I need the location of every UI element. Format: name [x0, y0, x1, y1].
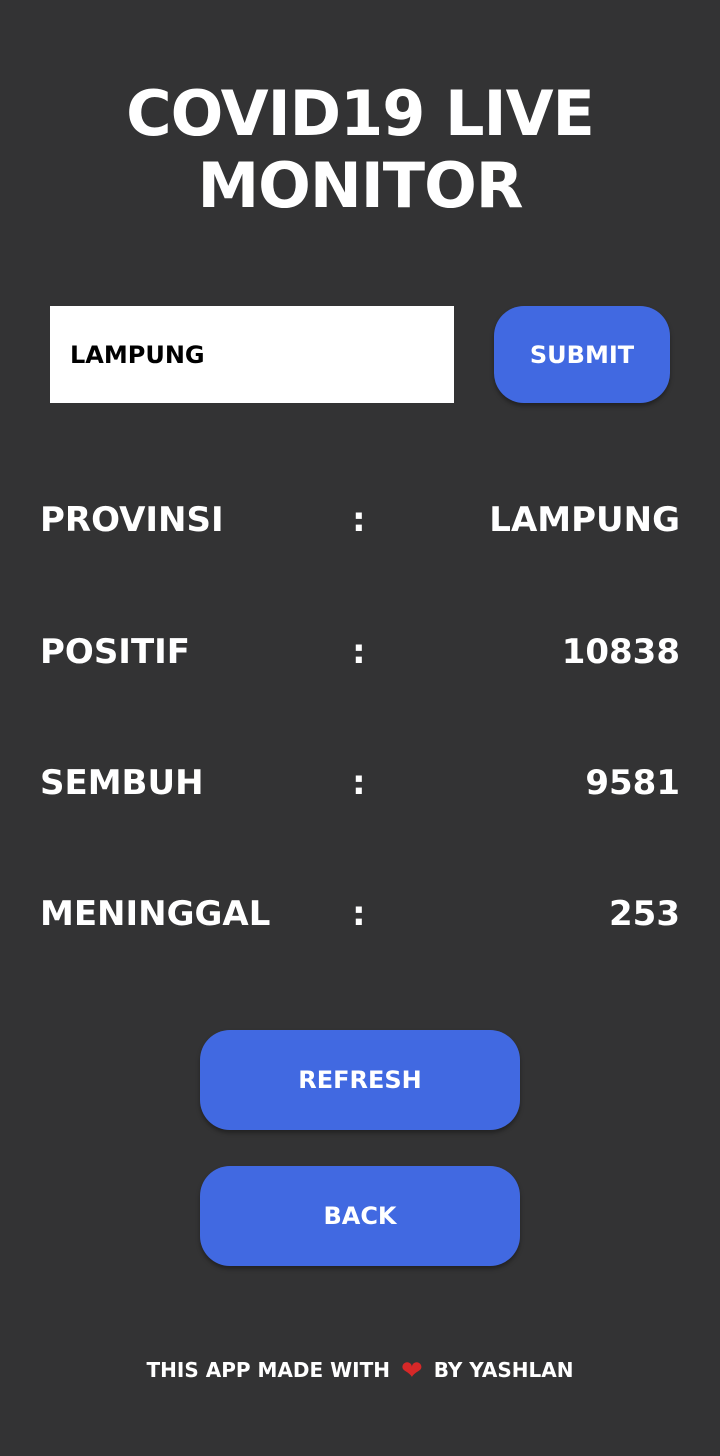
stat-separator: :: [352, 763, 366, 803]
stat-separator: :: [352, 500, 366, 540]
stat-row-provinsi: PROVINSI : LAMPUNG: [40, 490, 680, 550]
stat-separator: :: [352, 632, 366, 672]
stat-label: MENINGGAL: [40, 894, 271, 934]
stat-value: 10838: [561, 632, 680, 672]
stat-row-positif: POSITIF : 10838: [40, 622, 680, 682]
stat-label: POSITIF: [40, 632, 191, 672]
page-title: COVID19 LIVE MONITOR: [0, 78, 720, 222]
footer-text-before: THIS APP MADE WITH: [146, 1358, 390, 1382]
stat-value: 9581: [585, 763, 680, 803]
back-button[interactable]: BACK: [200, 1166, 520, 1266]
title-line-1: COVID19 LIVE: [126, 77, 595, 150]
stat-value: LAMPUNG: [489, 500, 680, 540]
footer-text-after: BY YASHLAN: [433, 1358, 574, 1382]
stat-separator: :: [352, 894, 366, 934]
heart-icon: ❤: [400, 1356, 423, 1386]
province-search-input[interactable]: [50, 306, 454, 403]
submit-button[interactable]: SUBMIT: [494, 306, 670, 403]
stat-value: 253: [609, 894, 680, 934]
title-line-2: MONITOR: [197, 149, 523, 222]
refresh-button[interactable]: REFRESH: [200, 1030, 520, 1130]
footer-credit: THIS APP MADE WITH ❤ BY YASHLAN: [0, 1352, 720, 1389]
stat-label: SEMBUH: [40, 763, 204, 803]
stat-row-sembuh: SEMBUH : 9581: [40, 753, 680, 813]
stat-row-meninggal: MENINGGAL : 253: [40, 884, 680, 944]
stat-label: PROVINSI: [40, 500, 224, 540]
